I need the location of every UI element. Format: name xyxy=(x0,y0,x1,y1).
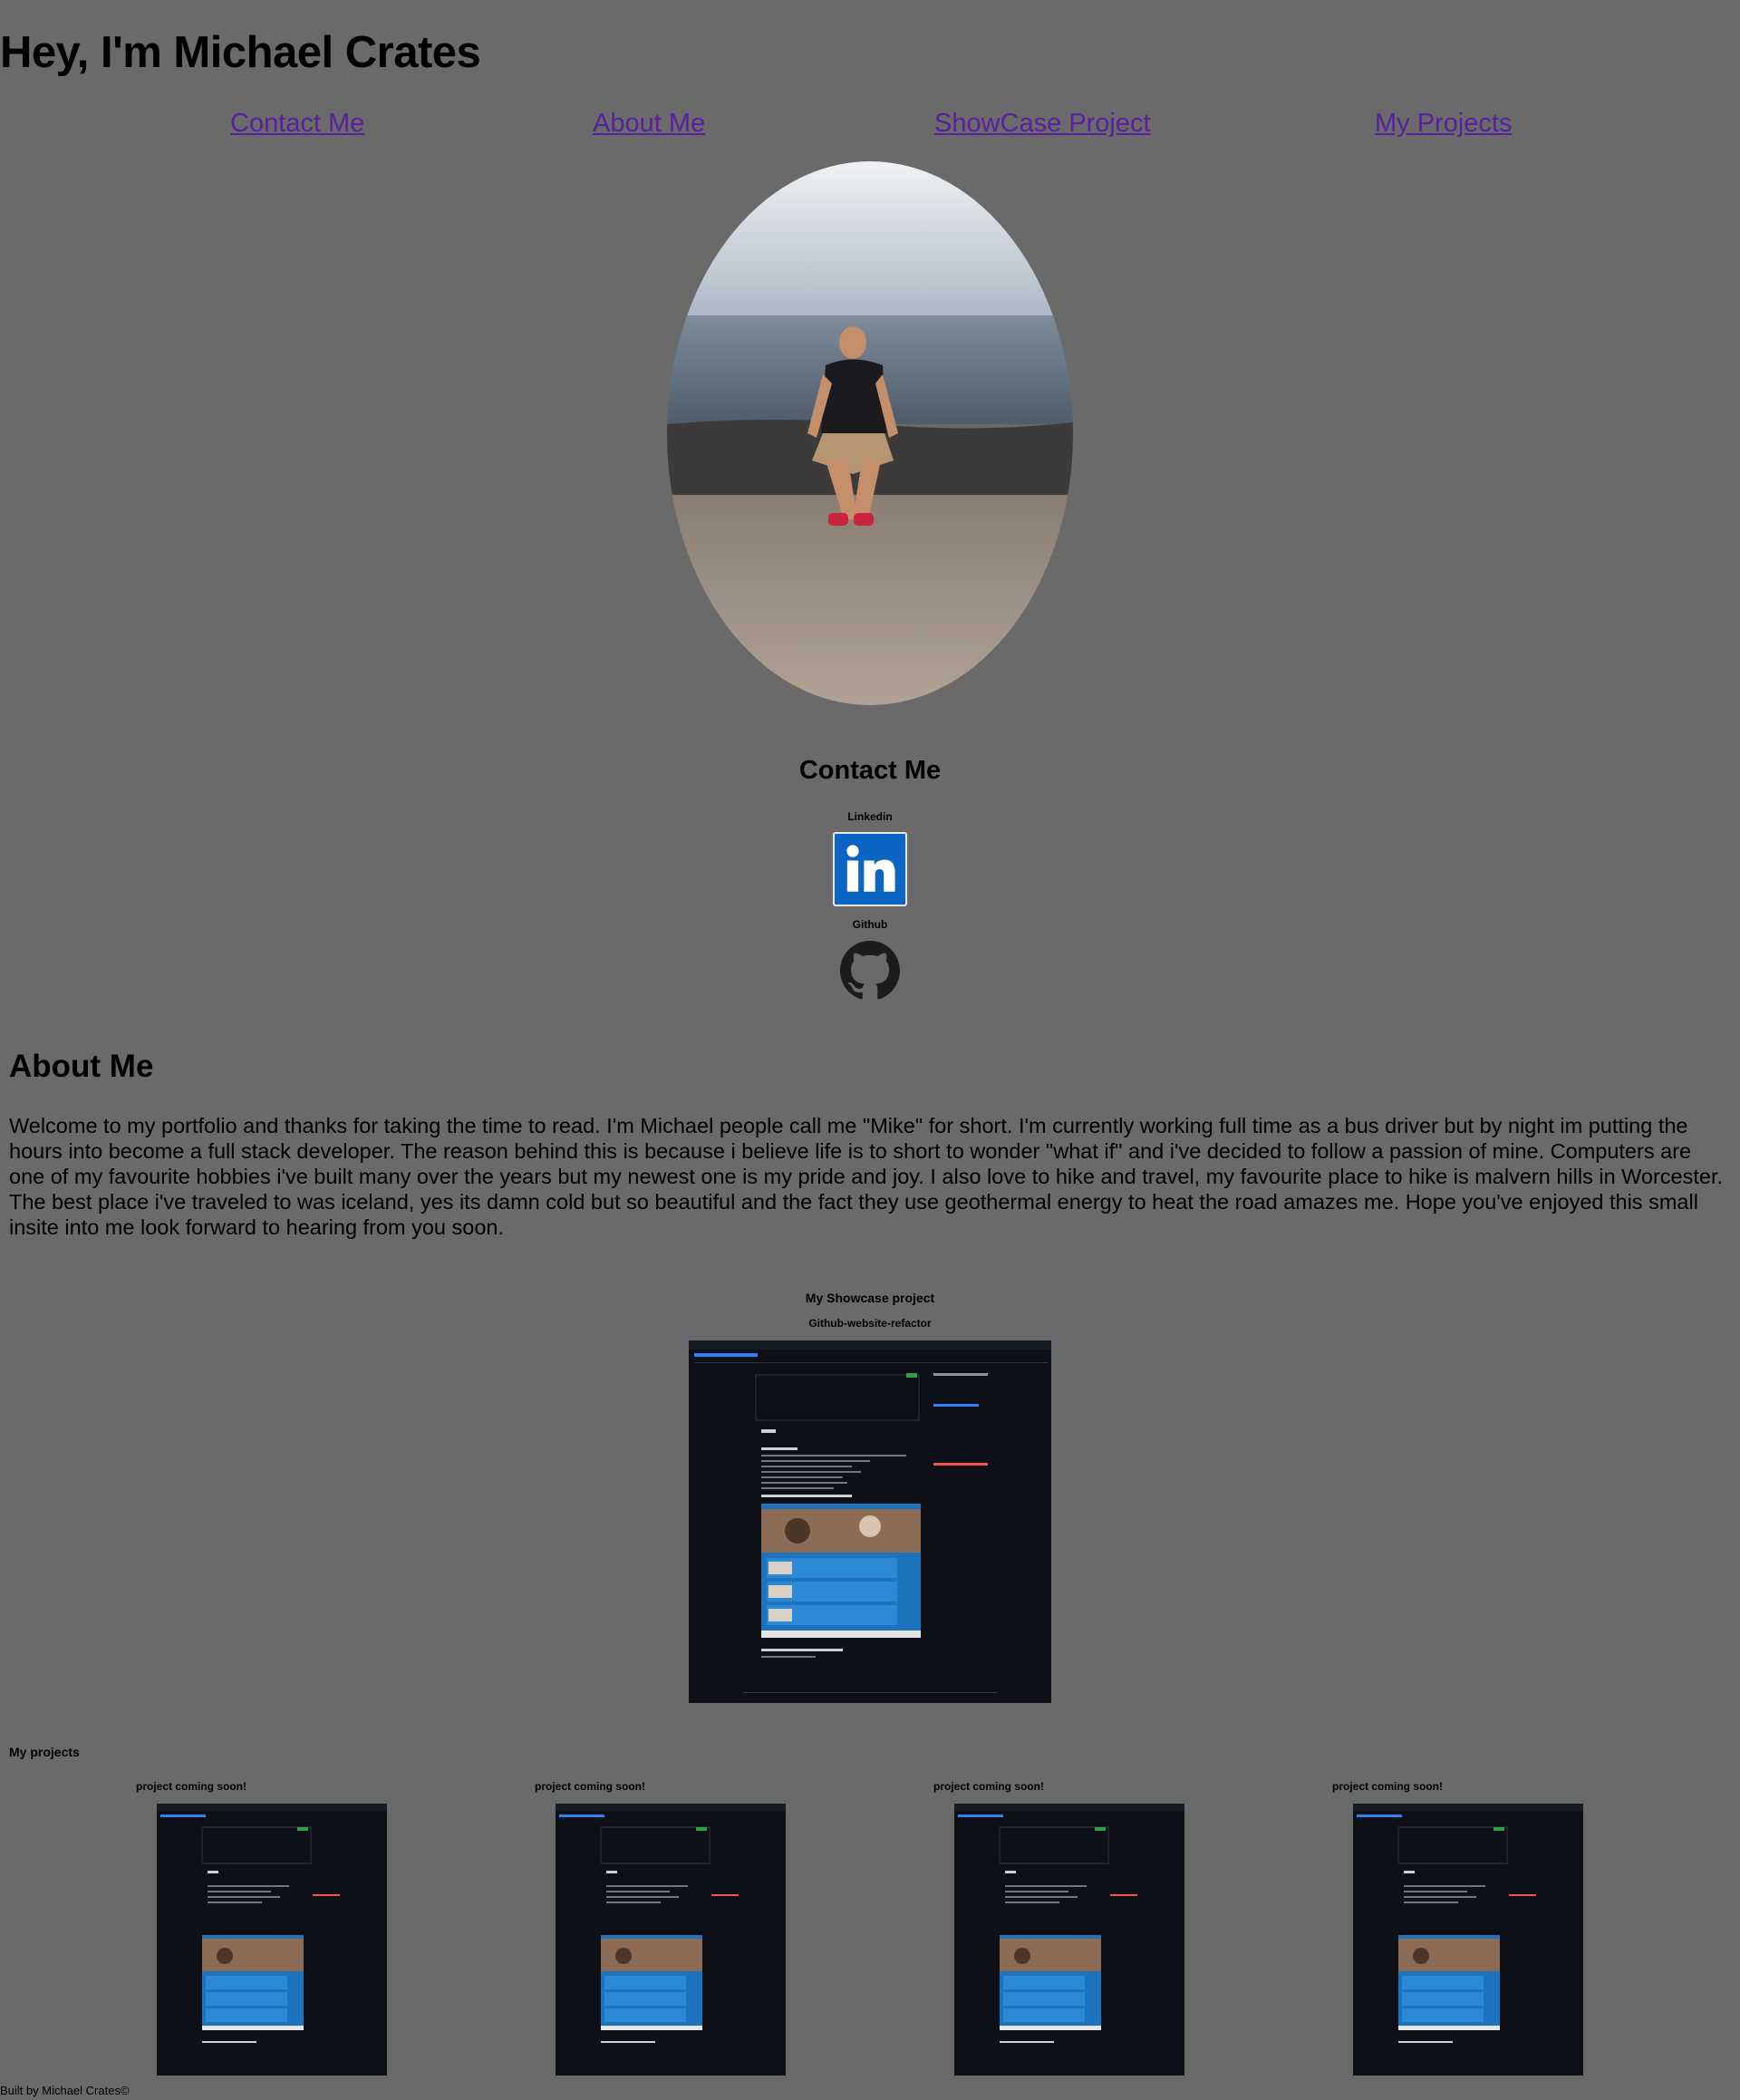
project-card: project coming soon! xyxy=(1332,1780,1604,2079)
contact-heading: Contact Me xyxy=(798,756,942,785)
project-screenshot[interactable] xyxy=(157,1804,387,2076)
about-heading: About Me xyxy=(9,1049,154,1084)
page-title: Hey, I'm Michael Crates xyxy=(0,28,481,77)
project-label: project coming soon! xyxy=(1332,1780,1444,1793)
project-label: project coming soon! xyxy=(136,1780,247,1793)
main-nav: Contact Me About Me ShowCase Project My … xyxy=(0,109,1740,145)
projects-heading: My projects xyxy=(9,1745,80,1759)
about-paragraph: Welcome to my portfolio and thanks for t… xyxy=(9,1114,1724,1239)
project-card: project coming soon! xyxy=(136,1780,408,2079)
project-screenshot[interactable] xyxy=(954,1804,1184,2076)
profile-photo xyxy=(667,161,1073,705)
showcase-heading: My Showcase project xyxy=(805,1291,935,1305)
showcase-screenshot[interactable] xyxy=(689,1340,1051,1703)
showcase-project-name: Github-website-refactor xyxy=(808,1317,932,1330)
project-screenshot[interactable] xyxy=(556,1804,786,2076)
nav-link-showcase-project[interactable]: ShowCase Project xyxy=(934,109,1151,139)
nav-link-my-projects[interactable]: My Projects xyxy=(1375,109,1512,139)
project-label: project coming soon! xyxy=(535,1780,646,1793)
github-icon[interactable] xyxy=(840,941,900,1001)
project-screenshot[interactable] xyxy=(1353,1804,1583,2076)
footer-credit: Built by Michael Crates© xyxy=(0,2084,130,2097)
project-label: project coming soon! xyxy=(933,1780,1045,1793)
project-card: project coming soon! xyxy=(535,1780,807,2079)
nav-link-contact-me[interactable]: Contact Me xyxy=(230,109,364,139)
linkedin-label: Linkedin xyxy=(847,810,893,823)
linkedin-icon[interactable] xyxy=(833,832,907,906)
nav-link-about-me[interactable]: About Me xyxy=(593,109,705,139)
project-card: project coming soon! xyxy=(933,1780,1205,2079)
github-label: Github xyxy=(852,918,888,931)
